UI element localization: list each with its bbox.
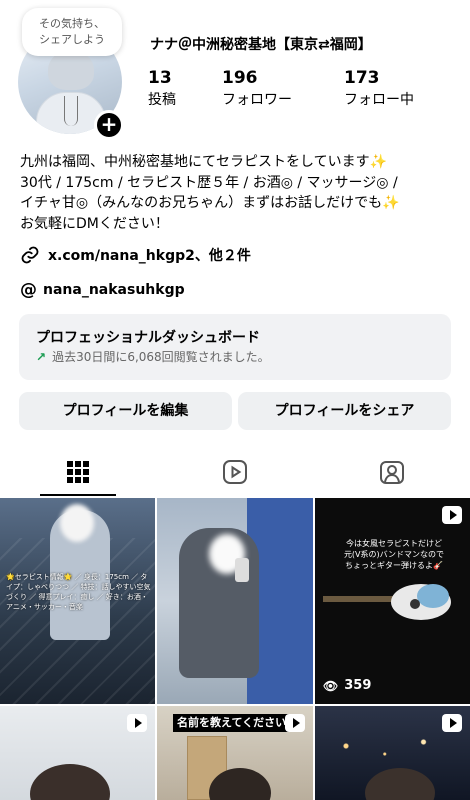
tagged-icon [380,461,404,484]
grid-icon [67,461,89,483]
add-story-icon[interactable]: + [94,110,124,140]
following-count: 173 [344,68,380,88]
stat-following[interactable]: 173 フォロー中 [344,68,414,112]
reel-thumbnail[interactable] [315,706,470,800]
tab-tagged[interactable] [314,446,470,498]
bio-line: 九州は福岡、中州秘密基地にてセラピストをしています✨ [20,154,388,170]
reel-play-icon [127,714,147,732]
following-label: フォロー中 [344,92,414,108]
reel-play-icon [442,714,462,732]
reels-icon [223,460,247,484]
link-text: x.com/nana_hkgp2、他２件 [48,248,251,264]
share-profile-button[interactable]: プロフィールをシェア [238,392,451,430]
tab-posts-grid[interactable] [0,446,156,498]
guitar-image [323,584,451,620]
post-caption: 🌟セラピスト情報🌟 ／ 身長：175cm ／ タイプ：しゃべりつつ ／ 特技：話… [6,573,151,611]
bio: 九州は福岡、中州秘密基地にてセラピストをしています✨ 30代 / 175cm /… [20,152,460,234]
note-line-1: その気持ち、 [39,17,105,30]
posts-label: 投稿 [148,92,176,108]
post-thumbnail[interactable]: 🌟セラピスト情報🌟 ／ 身長：175cm ／ タイプ：しゃべりつつ ／ 特技：話… [0,498,155,704]
dashboard-title: プロフェッショナルダッシュボード [36,330,260,346]
view-count: 👁 359 [323,678,372,693]
profile-tabs [0,446,470,498]
note-line-2: シェアしよう [39,33,105,46]
threads-handle: nana_nakasuhkgp [43,282,185,298]
stat-followers[interactable]: 196 フォロワー [222,68,292,112]
reel-thumbnail[interactable] [0,706,155,800]
posts-count: 13 [148,68,172,88]
followers-count: 196 [222,68,258,88]
post-thumbnail[interactable] [157,498,313,704]
bio-line: 30代 / 175cm / セラピスト歴５年 / お酒◎ / マッサージ◎ / [20,174,398,191]
reel-play-icon [285,714,305,732]
trend-up-icon: ↗ [36,350,47,364]
note-bubble[interactable]: その気持ち、 シェアしよう [22,8,122,56]
threads-icon: @ [20,280,37,300]
reel-banner-text: 名前を教えてください [173,714,291,732]
reel-thumbnail[interactable]: 名前を教えてください [157,706,313,800]
reel-overlay-text: 今は女風セラピストだけど 元(V系の)バンドマンなので ちょっとギター弾けるよ🎸 [343,539,445,570]
active-tab-indicator [40,494,116,496]
posts-grid: 🌟セラピスト情報🌟 ／ 身長：175cm ／ タイプ：しゃべりつつ ／ 特技：話… [0,498,470,800]
reel-thumbnail[interactable]: 今は女風セラピストだけど 元(V系の)バンドマンなので ちょっとギター弾けるよ🎸… [315,498,470,704]
dashboard-subtitle: ↗ 過去30日間に6,068回閲覧されました。 [36,348,434,366]
threads-link[interactable]: @ nana_nakasuhkgp [20,279,185,301]
edit-profile-button[interactable]: プロフィールを編集 [19,392,232,430]
bio-line: イチャ甘◎（みんなのお兄ちゃん）まずはお話しだけでも✨ [20,195,400,211]
professional-dashboard[interactable]: プロフェッショナルダッシュボード ↗ 過去30日間に6,068回閲覧されました。 [19,314,451,380]
external-link[interactable]: x.com/nana_hkgp2、他２件 [20,244,251,266]
eye-icon: 👁 [323,678,339,693]
reel-play-icon [442,506,462,524]
dashboard-views-text: 過去30日間に6,068回閲覧されました。 [52,350,270,364]
followers-label: フォロワー [222,92,292,108]
tab-reels[interactable] [157,446,313,498]
link-icon [21,246,39,264]
display-name: ナナ＠中洲秘密基地【東京⇄福岡】 [150,37,372,53]
stat-posts[interactable]: 13 投稿 [148,68,176,112]
bio-line: お気軽にDMください！ [20,215,169,232]
